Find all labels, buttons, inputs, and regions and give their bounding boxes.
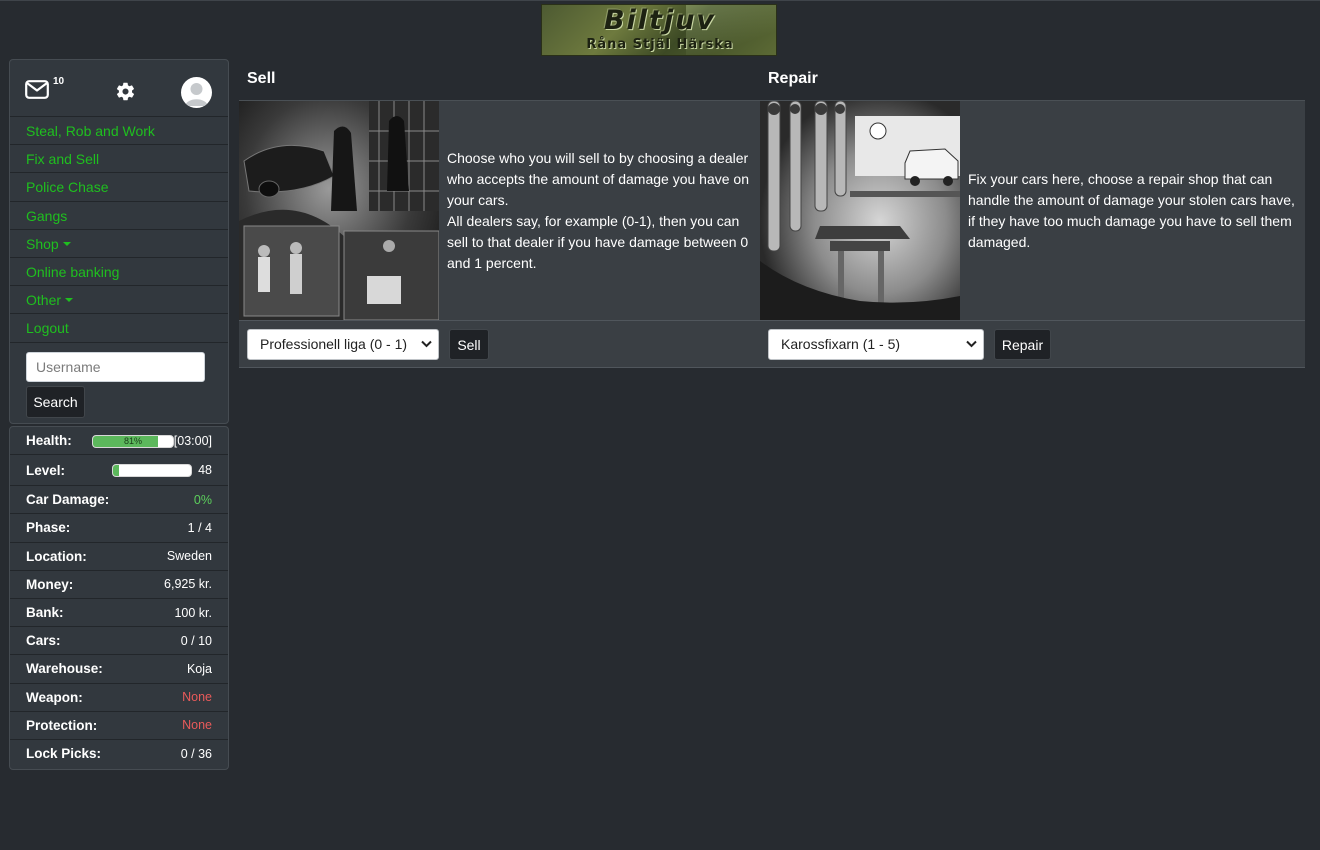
logo-subtitle: Råna Stjäl Härska <box>586 37 734 52</box>
sell-text-2: All dealers say, for example (0-1), then… <box>447 213 749 271</box>
nav-shop-dropdown[interactable]: Shop <box>10 230 228 258</box>
repair-form: Karossfixarn (1 - 5) Repair <box>760 320 1305 368</box>
stat-label: Level: <box>26 462 66 478</box>
caret-down-icon <box>62 241 71 246</box>
stat-cars: Cars: 0 / 10 <box>10 627 228 656</box>
stat-label: Phase: <box>26 520 71 536</box>
avatar-icon[interactable] <box>181 77 212 108</box>
repair-description: Fix your cars here, choose a repair shop… <box>968 171 1295 250</box>
sidebar-header: 10 <box>10 60 228 117</box>
stat-label: Car Damage: <box>26 492 110 508</box>
nav-other-dropdown[interactable]: Other <box>10 286 228 315</box>
search-button[interactable]: Search <box>26 385 85 418</box>
player-stats: Health: 81% [03:00] Level: 48 Car Damage… <box>9 426 229 770</box>
health-percent-text: 81% <box>123 436 142 446</box>
stat-lock-picks: Lock Picks: 0 / 36 <box>10 740 228 768</box>
stat-car-damage: Car Damage: 0% <box>10 486 228 515</box>
repair-panel: Repair Fix your cars here, choose a repa… <box>760 59 1305 368</box>
nav-shop-label: Shop <box>26 235 59 252</box>
top-border <box>0 0 1320 1</box>
nav-police-chase[interactable]: Police Chase <box>10 173 228 202</box>
stat-phase: Phase: 1 / 4 <box>10 514 228 543</box>
stat-weapon: Weapon: None <box>10 684 228 712</box>
stat-value: 6,925 kr. <box>164 577 212 592</box>
stat-value: 0 / 36 <box>180 746 212 761</box>
stat-label: Money: <box>26 576 74 592</box>
repair-body: Fix your cars here, choose a repair shop… <box>760 100 1305 320</box>
dealer-select-value: Professionell liga (0 - 1) <box>260 336 408 352</box>
stat-value: 100 kr. <box>174 605 212 620</box>
repair-shop-select-value: Karossfixarn (1 - 5) <box>781 336 901 352</box>
mail-icon[interactable] <box>25 80 49 102</box>
nav-gangs[interactable]: Gangs <box>10 202 228 230</box>
stat-label: Weapon: <box>26 689 83 705</box>
sell-title: Sell <box>239 59 760 100</box>
sell-dealer-image <box>239 101 439 320</box>
nav-logout[interactable]: Logout <box>10 314 228 343</box>
nav-online-banking[interactable]: Online banking <box>10 258 228 287</box>
mail-count-badge: 10 <box>53 76 65 87</box>
health-bar: 81% <box>92 435 174 448</box>
sell-body: Choose who you will sell to by choosing … <box>239 100 760 320</box>
repair-button[interactable]: Repair <box>994 329 1051 360</box>
stat-location: Location: Sweden <box>10 543 228 571</box>
level-progress-bar <box>112 464 192 478</box>
stat-money: Money: 6,925 kr. <box>10 571 228 599</box>
site-logo[interactable]: Biltjuv Råna Stjäl Härska <box>541 4 777 56</box>
stat-value: None <box>182 718 212 733</box>
chevron-down-icon <box>966 340 977 348</box>
sell-description: Choose who you will sell to by choosing … <box>447 148 755 274</box>
repair-title: Repair <box>760 59 1305 100</box>
user-search-form: Search <box>10 343 228 418</box>
nav-fix-and-sell[interactable]: Fix and Sell <box>10 145 228 174</box>
stat-value: 0% <box>193 492 212 507</box>
stat-health: Health: 81% [03:00] <box>10 427 228 456</box>
sell-text-1: Choose who you will sell to by choosing … <box>447 150 749 208</box>
stat-label: Cars: <box>26 633 61 649</box>
sell-form: Professionell liga (0 - 1) Sell <box>239 320 760 368</box>
caret-down-icon <box>65 298 74 303</box>
stat-label: Warehouse: <box>26 661 103 677</box>
stat-value: 0 / 10 <box>180 633 212 648</box>
nav-steal-rob-work[interactable]: Steal, Rob and Work <box>10 117 228 146</box>
stat-value: None <box>182 690 212 705</box>
sell-button[interactable]: Sell <box>449 329 489 360</box>
sidebar-menu: 10 Steal, Rob and Work Fix and Sell Poli… <box>9 59 229 424</box>
dealer-select[interactable]: Professionell liga (0 - 1) <box>247 329 439 360</box>
stat-level: Level: 48 <box>10 455 228 487</box>
stat-label: Lock Picks: <box>26 746 102 762</box>
username-search-input[interactable] <box>26 351 205 382</box>
stat-label: Bank: <box>26 605 64 621</box>
stat-bank: Bank: 100 kr. <box>10 599 228 628</box>
nav-other-label: Other <box>26 292 62 309</box>
stat-label: Health: <box>26 433 72 449</box>
stat-value: Sweden <box>166 549 212 564</box>
stat-label: Protection: <box>26 717 98 733</box>
stat-value: 1 / 4 <box>187 520 212 535</box>
stat-label: Location: <box>26 548 87 564</box>
chevron-down-icon <box>421 340 432 348</box>
repair-shop-image <box>760 101 960 320</box>
level-value: 48 <box>198 463 212 478</box>
stat-warehouse: Warehouse: Koja <box>10 655 228 684</box>
level-progress-fill <box>113 465 120 477</box>
stat-value: Koja <box>186 661 212 676</box>
health-timer: [03:00] <box>173 433 212 448</box>
stat-protection: Protection: None <box>10 712 228 740</box>
logo-title: Biltjuv <box>603 5 717 36</box>
gear-icon[interactable] <box>115 81 136 105</box>
repair-shop-select[interactable]: Karossfixarn (1 - 5) <box>768 329 984 360</box>
sell-panel: Sell Choose who you will sell to by choo… <box>239 59 760 368</box>
